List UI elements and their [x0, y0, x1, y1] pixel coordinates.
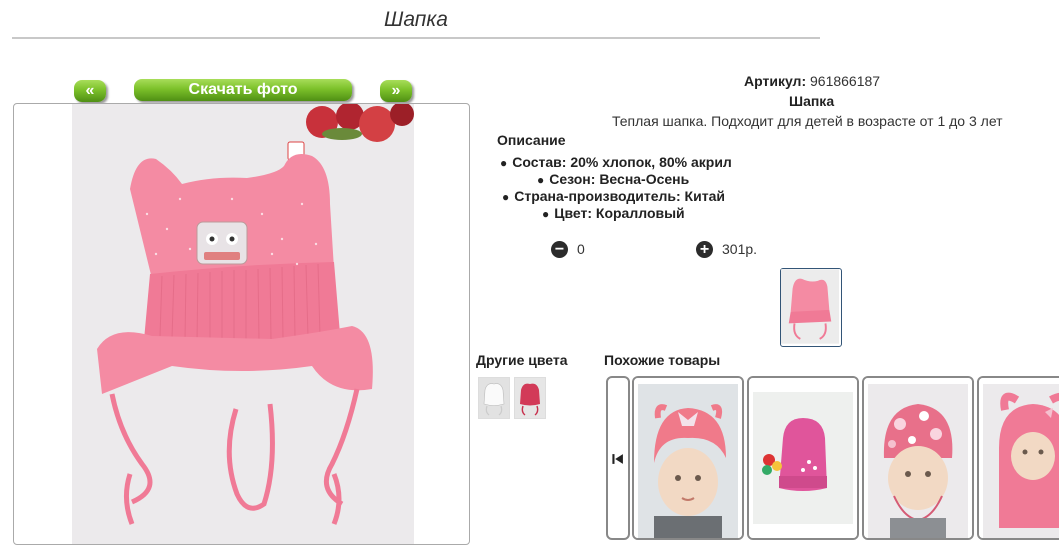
title-divider: [12, 37, 820, 39]
sku-label: Артикул:: [744, 73, 807, 89]
page-title: Шапка: [384, 8, 448, 31]
similar-product-card[interactable]: [747, 376, 859, 540]
similar-product-card[interactable]: [862, 376, 974, 540]
price-value: 301р.: [722, 241, 758, 257]
similar-product-card[interactable]: [977, 376, 1059, 540]
product-photo-frame: [13, 103, 470, 545]
product-name: Шапка: [789, 93, 835, 109]
download-photo-button[interactable]: Скачать фото: [134, 79, 352, 101]
skip-back-icon: [612, 454, 623, 464]
product-sku: Артикул: 961866187: [744, 73, 880, 89]
similar-product-card[interactable]: [632, 376, 744, 540]
attribute-item: ● Страна-производитель: Китай: [502, 188, 725, 204]
color-thumbnail-red[interactable]: [514, 377, 546, 419]
quantity-value: 0: [577, 241, 585, 257]
plus-circle-icon[interactable]: +: [696, 241, 713, 258]
attribute-item: ● Сезон: Весна-Осень: [537, 171, 690, 187]
photo-thumbnail[interactable]: [780, 268, 842, 347]
next-photo-button[interactable]: »: [380, 80, 412, 102]
other-colors-heading: Другие цвета: [476, 352, 568, 368]
prev-photo-button[interactable]: «: [74, 80, 106, 102]
product-short-description: Теплая шапка. Подходит для детей в возра…: [612, 113, 1003, 129]
carousel-prev-button[interactable]: [606, 376, 630, 540]
sku-value: 961866187: [810, 73, 881, 89]
attribute-item: ● Цвет: Коралловый: [542, 205, 685, 221]
similar-products-heading: Похожие товары: [604, 352, 721, 368]
minus-circle-icon[interactable]: −: [551, 241, 568, 258]
attribute-item: ● Состав: 20% хлопок, 80% акрил: [500, 154, 732, 170]
description-heading: Описание: [497, 132, 566, 148]
product-photo[interactable]: [72, 104, 414, 544]
color-thumbnail-white[interactable]: [478, 377, 510, 419]
